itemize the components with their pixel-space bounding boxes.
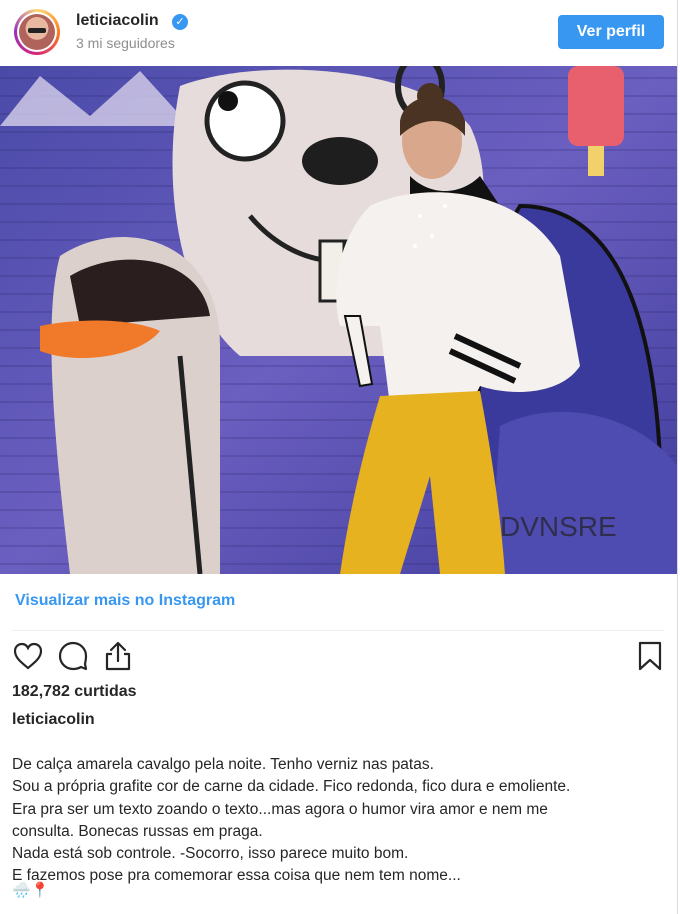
caption-line: Era pra ser um texto zoando o texto...ma… [12, 800, 548, 818]
view-profile-button[interactable]: Ver perfil [558, 15, 664, 49]
share-icon[interactable] [102, 640, 134, 672]
username[interactable]: leticiacolin [76, 12, 159, 30]
caption-line: E fazemos pose pra comemorar essa coisa … [12, 867, 461, 885]
caption-emojis: 🌧️📍 [12, 882, 50, 899]
caption-line: Sou a própria grafite cor de carne da ci… [12, 778, 571, 796]
avatar[interactable] [14, 9, 60, 55]
post-header: leticiacolin ✓ 3 mi seguidores Ver perfi… [0, 0, 677, 64]
caption-line: consulta. Bonecas russas em praga. [12, 822, 263, 840]
post-caption: De calça amarela cavalgo pela noite. Ten… [12, 754, 672, 888]
avatar-photo [19, 14, 55, 50]
heart-icon[interactable] [12, 640, 44, 672]
view-more-on-instagram-link[interactable]: Visualizar mais no Instagram [15, 592, 235, 610]
like-count[interactable]: 182,782 curtidas [12, 683, 137, 701]
divider [12, 630, 664, 631]
graffiti-photo: DVNSRE [0, 66, 677, 574]
caption-line: Nada está sob controle. -Socorro, isso p… [12, 845, 409, 863]
caption-line: De calça amarela cavalgo pela noite. Ten… [12, 756, 434, 773]
caption-username[interactable]: leticiacolin [12, 711, 95, 729]
bookmark-icon[interactable] [634, 640, 666, 672]
comment-icon[interactable] [57, 640, 89, 672]
instagram-embed-card: leticiacolin ✓ 3 mi seguidores Ver perfi… [0, 0, 678, 914]
verified-badge-icon: ✓ [172, 14, 188, 30]
post-image[interactable]: DVNSRE [0, 66, 677, 574]
follower-count: 3 mi seguidores [76, 35, 175, 51]
svg-text:DVNSRE: DVNSRE [500, 511, 617, 542]
